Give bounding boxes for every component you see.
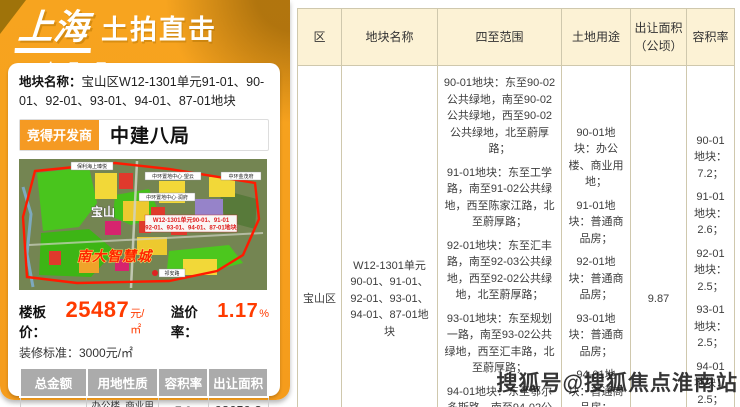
developer-row: 竞得开发商 中建八局 (19, 119, 269, 151)
parcel-card: 地块名称：宝山区W12-1301单元91-01、90-01、92-01、93-0… (8, 63, 280, 396)
summary-col-area: 出让面积 (208, 369, 268, 397)
svg-text:保利海上瑧悦: 保利海上瑧悦 (77, 163, 107, 170)
col-district: 区 (298, 9, 342, 66)
col-area: 出让面积（公顷） (631, 9, 687, 66)
summary-col-far: 容积率 (158, 369, 208, 397)
developer-name: 中建八局 (99, 120, 190, 150)
summary-area: 98659.8㎡ (208, 397, 268, 407)
watermark: 搜狐号@搜狐焦点淮南站 (497, 367, 738, 397)
summary-table-row: 819533万 办公楼, 商业用地 普通商品房 7.2 2.6、2.5 9865… (20, 397, 268, 407)
map-label-4: 中环金茂府 (221, 172, 261, 180)
cell-parcel-name: W12-1301单元90-01、91-01、92-01、93-01、94-01、… (342, 66, 438, 407)
col-boundaries: 四至范围 (438, 9, 562, 66)
floor-price-unit: 元/㎡ (130, 305, 152, 337)
map-container: 保利海上瑧悦 中环置地中心·望云 中环金茂府 中环置地中心·润府 (19, 159, 269, 290)
left-info-panel: 上海 土拍直击 2025年6月19日 地块名称：宝山区W12-1301单元91-… (0, 0, 290, 400)
price-row: 楼板价： 25487 元/㎡ 溢价率： 1.17 % (19, 297, 269, 341)
summary-total: 819533万 (20, 397, 87, 407)
banner-title: 上海 土拍直击 (0, 0, 290, 53)
map-label-1: 保利海上瑧悦 (71, 162, 113, 170)
parcel-name-label: 地块名称： (19, 75, 82, 89)
premium-value: 1.17 (217, 300, 258, 323)
premium-label: 溢价率： (171, 301, 218, 341)
col-land-use: 土地用途 (562, 9, 631, 66)
svg-text:中环金茂府: 中环金茂府 (228, 173, 253, 180)
map-district-label: 宝山 (91, 204, 115, 219)
screenshot-root: 上海 土拍直击 2025年6月19日 地块名称：宝山区W12-1301单元91-… (0, 0, 740, 407)
cell-boundaries: 90-01地块：东至90-02公共绿地，南至90-02公共绿地，西至90-02公… (438, 66, 562, 407)
summary-table-header-row: 总金额 用地性质 容积率 出让面积 (20, 369, 268, 397)
cell-district: 宝山区 (298, 66, 342, 407)
map-label-2: 中环置地中心·望云 (145, 172, 201, 180)
map-area-label: 南大智慧城 (77, 248, 154, 264)
map-parcel-callout: W12-1301单元90-01、91-01 92-01、93-01、94-01、… (145, 215, 238, 232)
floor-price-label: 楼板价： (19, 301, 66, 341)
summary-col-total: 总金额 (20, 369, 87, 397)
summary-col-use: 用地性质 (87, 369, 159, 397)
detail-header-row: 区 地块名称 四至范围 土地用途 出让面积（公顷） 容积率 (298, 9, 735, 66)
cell-area: 9.87 (631, 66, 687, 407)
cell-land-use: 90-01地块：办公楼、商业用地； 91-01地块：普通商品房； 92-01地块… (562, 66, 631, 407)
decoration-standard: 装修标准：3000元/㎡ (19, 344, 269, 361)
svg-text:W12-1301单元90-01、91-01: W12-1301单元90-01、91-01 (153, 216, 230, 224)
svg-text:中环置地中心·望云: 中环置地中心·望云 (152, 173, 194, 180)
cell-far: 90-01地块：7.2； 91-01地块：2.6； 92-01地块：2.5； 9… (687, 66, 735, 407)
svg-text:92-01、93-01、94-01、87-01地块: 92-01、93-01、94-01、87-01地块 (145, 223, 237, 231)
parcel-name-line: 地块名称：宝山区W12-1301单元91-01、90-01、92-01、93-0… (19, 73, 269, 112)
svg-text:祁安路: 祁安路 (164, 270, 179, 277)
developer-badge: 竞得开发商 (20, 120, 99, 150)
banner-title-text: 土拍直击 (101, 8, 217, 47)
detail-table-panel: 区 地块名称 四至范围 土地用途 出让面积（公顷） 容积率 宝山区 W12-13… (297, 8, 734, 391)
detail-row: 宝山区 W12-1301单元90-01、91-01、92-01、93-01、94… (298, 66, 735, 407)
svg-text:中环置地中心·润府: 中环置地中心·润府 (146, 194, 188, 201)
map-label-3: 中环置地中心·润府 (139, 193, 195, 201)
summary-use: 办公楼, 商业用地 普通商品房 (87, 397, 159, 407)
col-parcel-name: 地块名称 (342, 9, 438, 66)
land-use-map: 保利海上瑧悦 中环置地中心·望云 中环金茂府 中环置地中心·润府 (19, 159, 267, 290)
col-far: 容积率 (687, 9, 735, 66)
summary-table: 总金额 用地性质 容积率 出让面积 819533万 办公楼, 商业用地 普通商品… (19, 369, 269, 407)
premium-unit: % (259, 308, 269, 320)
floor-price-value: 25487 (66, 297, 130, 323)
banner-city-logo: 上海 (15, 10, 94, 53)
detail-table: 区 地块名称 四至范围 土地用途 出让面积（公顷） 容积率 宝山区 W12-13… (297, 8, 735, 407)
summary-far: 7.2 2.6、2.5 (158, 397, 208, 407)
